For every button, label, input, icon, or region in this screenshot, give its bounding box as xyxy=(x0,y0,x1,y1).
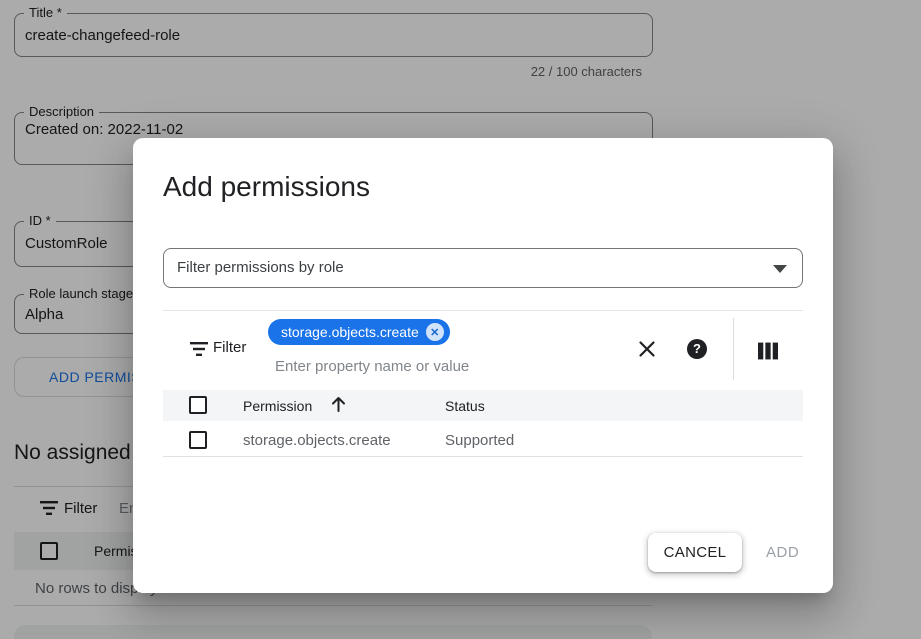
status-column-header[interactable]: Status xyxy=(445,398,485,414)
dialog-filter-input[interactable]: Enter property name or value xyxy=(275,358,469,375)
toolbar-divider xyxy=(733,318,734,380)
cancel-button[interactable]: CANCEL xyxy=(648,533,742,572)
role-dropdown-placeholder: Filter permissions by role xyxy=(177,259,344,276)
clear-filter-icon[interactable] xyxy=(637,339,657,359)
dialog-title: Add permissions xyxy=(163,171,370,203)
filter-permissions-by-role-dropdown[interactable]: Filter permissions by role xyxy=(163,248,803,288)
permission-column-header[interactable]: Permission xyxy=(243,398,312,414)
dialog-filter-button[interactable]: Filter xyxy=(213,339,246,356)
sort-ascending-icon[interactable] xyxy=(330,395,347,413)
help-icon[interactable]: ? xyxy=(687,339,707,359)
add-permissions-dialog: Add permissions Filter permissions by ro… xyxy=(133,138,833,593)
status-cell: Supported xyxy=(445,432,514,449)
chevron-down-icon xyxy=(773,265,787,273)
create-role-screen: Title * create-changefeed-role 22 / 100 … xyxy=(0,0,921,639)
column-display-icon[interactable] xyxy=(758,341,778,361)
filter-icon xyxy=(190,342,208,356)
divider xyxy=(163,310,803,311)
filter-chip[interactable]: storage.objects.create ✕ xyxy=(268,319,450,345)
divider xyxy=(163,456,803,457)
permission-cell[interactable]: storage.objects.create xyxy=(243,432,391,449)
chip-remove-icon[interactable]: ✕ xyxy=(426,323,444,341)
filter-chip-label: storage.objects.create xyxy=(281,324,419,340)
add-button[interactable]: ADD xyxy=(766,533,799,572)
select-all-checkbox[interactable] xyxy=(189,396,207,414)
row-checkbox[interactable] xyxy=(189,431,207,449)
